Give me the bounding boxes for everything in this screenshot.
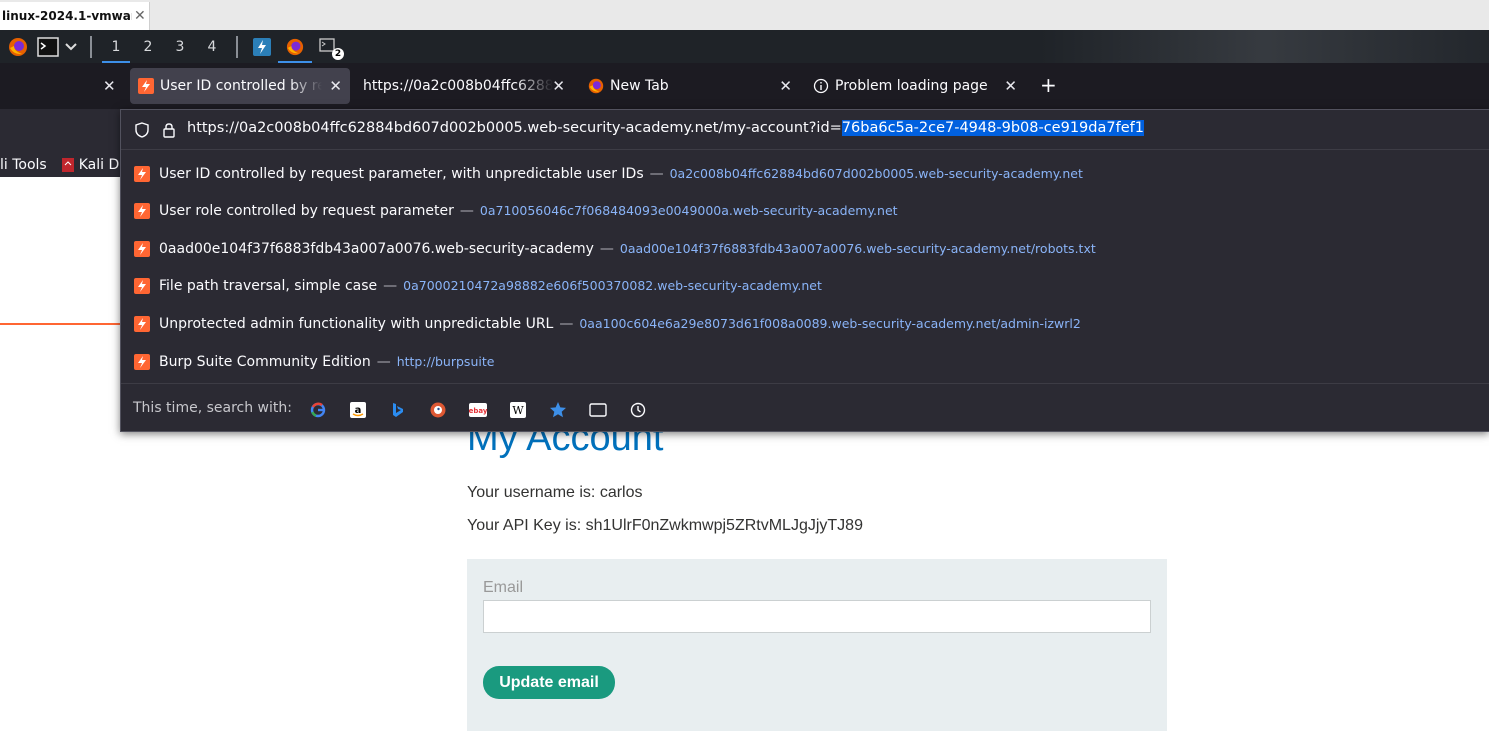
- burp-favicon-icon: [134, 166, 150, 182]
- suggestion-url: 0a7000210472a98882e606f500370082.web-sec…: [403, 277, 822, 293]
- firefox-favicon-icon: [588, 78, 604, 94]
- burp-suite-taskbar-icon[interactable]: [246, 30, 278, 63]
- bookmarks-star-icon[interactable]: [549, 401, 567, 419]
- vm-tab-title: linux-2024.1-vmware...: [2, 9, 132, 23]
- firefox-launcher-icon[interactable]: [0, 30, 36, 63]
- suggestion-url: 0aad00e104f37f6883fdb43a007a0076.web-sec…: [619, 240, 1096, 256]
- terminal-launcher-icon[interactable]: [36, 30, 60, 63]
- suggestion-url: http://burpsuite: [396, 353, 495, 369]
- browser-tab-strip: ✕ User ID controlled by requ ✕ https://0…: [0, 63, 1489, 109]
- tab-problem-loading[interactable]: Problem loading page ✕: [805, 68, 1025, 104]
- suggestion-row[interactable]: User role controlled by request paramete…: [121, 192, 1489, 229]
- tab-label: User ID controlled by requ: [160, 78, 322, 94]
- google-icon[interactable]: [309, 401, 327, 419]
- vm-tab-close-icon[interactable]: ✕: [134, 8, 146, 24]
- suggestion-title: User ID controlled by request parameter,…: [159, 165, 644, 182]
- suggestion-url: 0a2c008b04ffc62884bd607d002b0005.web-sec…: [669, 165, 1083, 181]
- tab-label: Problem loading page: [835, 78, 988, 94]
- suggestion-title: File path traversal, simple case: [159, 277, 378, 294]
- new-tab-plus-icon[interactable]: +: [1040, 73, 1057, 97]
- search-engine-bar: This time, search with: a ebay W: [121, 383, 1489, 433]
- email-input[interactable]: [483, 600, 1151, 633]
- history-clock-icon[interactable]: [629, 401, 647, 419]
- tab-user-id-controlled[interactable]: User ID controlled by requ ✕: [130, 68, 350, 104]
- suggestion-title: 0aad00e104f37f6883fdb43a007a0076.web-sec…: [159, 240, 594, 257]
- vm-tab-strip: linux-2024.1-vmware... ✕: [0, 0, 1489, 30]
- tab-close-icon[interactable]: ✕: [329, 77, 342, 95]
- header-accent-line: [0, 323, 122, 325]
- api-key-line: Your API Key is: sh1UlrF0nZwkmwpj5ZRtvML…: [467, 517, 863, 534]
- url-text: https://0a2c008b04ffc62884bd607d002b0005…: [187, 120, 842, 136]
- vm-tab[interactable]: linux-2024.1-vmware... ✕: [0, 2, 150, 30]
- bookmark-kali-tools[interactable]: li Tools: [0, 157, 47, 173]
- workspace-4[interactable]: 4: [196, 30, 228, 63]
- bing-icon[interactable]: [389, 401, 407, 419]
- panel-divider: [236, 35, 238, 58]
- tab-academy-url[interactable]: https://0a2c008b04ffc62884 ✕: [355, 68, 575, 104]
- suggestion-row[interactable]: User ID controlled by request parameter,…: [121, 155, 1489, 192]
- suggestion-title: Unprotected admin functionality with unp…: [159, 315, 554, 332]
- tab-close-icon[interactable]: ✕: [779, 77, 792, 95]
- search-with-label: This time, search with:: [133, 400, 292, 416]
- update-email-button[interactable]: Update email: [483, 666, 615, 699]
- update-email-form: Email Update email: [467, 559, 1167, 731]
- tab-label: https://0a2c008b04ffc62884: [363, 78, 553, 94]
- panel-divider: [90, 35, 92, 58]
- chevron-down-icon[interactable]: [60, 30, 82, 63]
- duckduckgo-icon[interactable]: [429, 401, 447, 419]
- workspace-3[interactable]: 3: [164, 30, 196, 63]
- suggestion-title: User role controlled by request paramete…: [159, 202, 454, 219]
- suggestion-row[interactable]: 0aad00e104f37f6883fdb43a007a0076.web-sec…: [121, 230, 1489, 267]
- urlbar[interactable]: https://0a2c008b04ffc62884bd607d002b0005…: [121, 110, 1489, 150]
- suggestion-row[interactable]: Burp Suite Community Edition — http://burp…: [121, 343, 1489, 380]
- svg-text:a: a: [355, 405, 362, 416]
- suggestion-row[interactable]: File path traversal, simple case — 0a70002…: [121, 267, 1489, 304]
- burp-favicon-icon: [134, 278, 150, 294]
- email-label: Email: [483, 579, 524, 596]
- amazon-icon[interactable]: a: [349, 401, 367, 419]
- tab-label: New Tab: [610, 78, 669, 94]
- burp-favicon-icon: [134, 316, 150, 332]
- svg-text:W: W: [512, 404, 524, 417]
- tabs-icon[interactable]: [589, 401, 607, 419]
- workspace-2[interactable]: 2: [132, 30, 164, 63]
- ebay-icon[interactable]: ebay: [469, 401, 487, 419]
- panel-wallpaper-decoration: [1040, 30, 1489, 63]
- firefox-taskbar-icon[interactable]: [278, 30, 312, 63]
- burp-favicon-icon: [134, 203, 150, 219]
- shield-icon[interactable]: [134, 122, 150, 138]
- workspace-1[interactable]: 1: [100, 30, 132, 63]
- tab-new-tab[interactable]: New Tab ✕: [580, 68, 800, 104]
- suggestion-separator: —: [649, 165, 664, 182]
- burp-favicon-icon: [134, 241, 150, 257]
- tab-close-icon[interactable]: ✕: [1004, 77, 1017, 95]
- suggestion-separator: —: [376, 353, 391, 370]
- kali-panel: 1 2 3 4 2: [0, 30, 1489, 63]
- terminal-count-badge: 2: [332, 48, 344, 60]
- suggestion-url: 0a710056046c7f068484093e0049000a.web-sec…: [479, 202, 898, 218]
- suggestion-title: Burp Suite Community Edition: [159, 353, 371, 370]
- suggestion-separator: —: [599, 240, 614, 257]
- url-input[interactable]: https://0a2c008b04ffc62884bd607d002b0005…: [187, 120, 1144, 136]
- suggestion-row[interactable]: Unprotected admin functionality with unp…: [121, 305, 1489, 342]
- wikipedia-icon[interactable]: W: [509, 401, 527, 419]
- info-icon: [813, 78, 829, 94]
- burp-favicon-icon: [138, 78, 154, 94]
- suggestion-separator: —: [383, 277, 398, 294]
- lock-icon[interactable]: [161, 122, 177, 138]
- url-selected-text: 76ba6c5a-2ce7-4948-9b08-ce919da7fef1: [841, 120, 1144, 136]
- suggestion-url: 0aa100c604e6a29e8073d61f008a0089.web-sec…: [579, 315, 1081, 331]
- svg-text:ebay: ebay: [469, 407, 487, 415]
- terminal-taskbar-icon[interactable]: 2: [312, 30, 346, 63]
- bookmark-kali-docs[interactable]: Kali Do: [61, 157, 128, 173]
- kali-docs-icon: [61, 158, 74, 172]
- burp-favicon-icon: [134, 354, 150, 370]
- tab-close-icon[interactable]: ✕: [552, 77, 565, 95]
- suggestion-separator: —: [459, 202, 474, 219]
- urlbar-dropdown: https://0a2c008b04ffc62884bd607d002b0005…: [120, 109, 1489, 432]
- left-tab-close-icon[interactable]: ✕: [103, 77, 116, 95]
- suggestion-separator: —: [559, 315, 574, 332]
- username-line: Your username is: carlos: [467, 484, 643, 501]
